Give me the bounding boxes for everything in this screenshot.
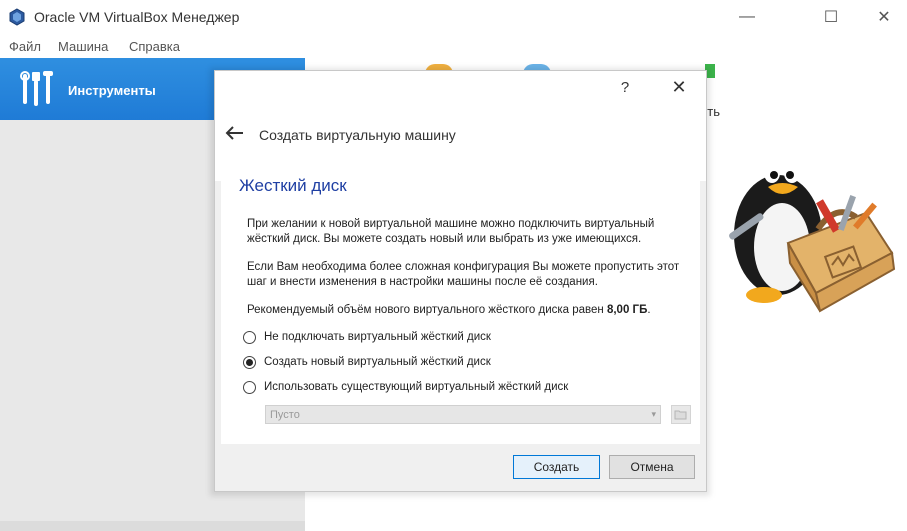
chevron-down-icon: ▾ [651,409,656,419]
virtualbox-manager-window: Oracle VM VirtualBox Менеджер — ☐ ✕ Файл… [0,0,907,531]
recommended-size-suffix: . [647,304,651,316]
recommended-size-prefix: Рекомендуемый объём нового виртуального … [247,304,607,316]
menu-bar: Файл Машина Справка [0,34,907,58]
page-heading: Жесткий диск [239,176,347,195]
dialog-close-button[interactable]: ✕ [667,77,691,101]
minimize-button[interactable]: — [724,0,770,34]
penguin-toolbox-illustration [729,163,896,313]
window-title: Oracle VM VirtualBox Менеджер [34,9,240,25]
wizard-page-content: Жесткий диск При желании к новой виртуал… [221,151,700,444]
radio-selected-dot [246,358,253,366]
create-button[interactable]: Создать [513,455,600,479]
left-panel-status-strip [0,521,305,531]
radio-use-existing-disk[interactable] [243,380,256,394]
existing-disk-select-value: Пусто [270,409,300,421]
help-button[interactable]: ? [615,79,635,99]
option-label: Не подключать виртуальный жёсткий диск [264,331,491,343]
tools-label: Инструменты [68,83,156,98]
menu-help[interactable]: Справка [129,39,180,54]
recommended-size-value: 8,00 ГБ [606,304,648,316]
radio-no-disk[interactable] [243,330,256,344]
maximize-button[interactable]: ☐ [808,0,854,34]
description-paragraph-2: Если Вам необходима более сложная конфиг… [247,261,680,288]
option-create-new-disk[interactable]: Создать новый виртуальный жёсткий диск [243,353,491,371]
option-use-existing-disk[interactable]: Использовать существующий виртуальный жё… [243,378,568,396]
recommended-size-paragraph: Рекомендуемый объём нового виртуального … [247,303,687,318]
choose-disk-file-button[interactable] [671,405,691,424]
menu-file[interactable]: Файл [9,39,41,54]
cancel-button[interactable]: Отмена [609,455,695,479]
radio-create-new-disk[interactable] [243,355,256,369]
description-paragraph-1: При желании к новой виртуальной машине м… [247,218,655,245]
folder-icon [674,410,687,420]
title-bar: Oracle VM VirtualBox Менеджер — ☐ ✕ [0,0,907,34]
create-vm-wizard-dialog: ? ✕ Создать виртуальную машину Жесткий д… [214,70,707,492]
option-label: Использовать существующий виртуальный жё… [264,381,569,393]
virtualbox-icon [9,8,25,26]
existing-disk-select[interactable]: Пусто ▾ [265,405,661,424]
wizard-title: Создать виртуальную машину [259,127,456,143]
menu-machine[interactable]: Машина [58,39,108,54]
tools-icon [20,71,53,106]
close-window-button[interactable]: ✕ [861,0,907,34]
back-arrow-icon[interactable] [225,125,245,141]
option-no-disk[interactable]: Не подключать виртуальный жёсткий диск [243,328,491,346]
option-label: Создать новый виртуальный жёсткий диск [264,356,491,368]
